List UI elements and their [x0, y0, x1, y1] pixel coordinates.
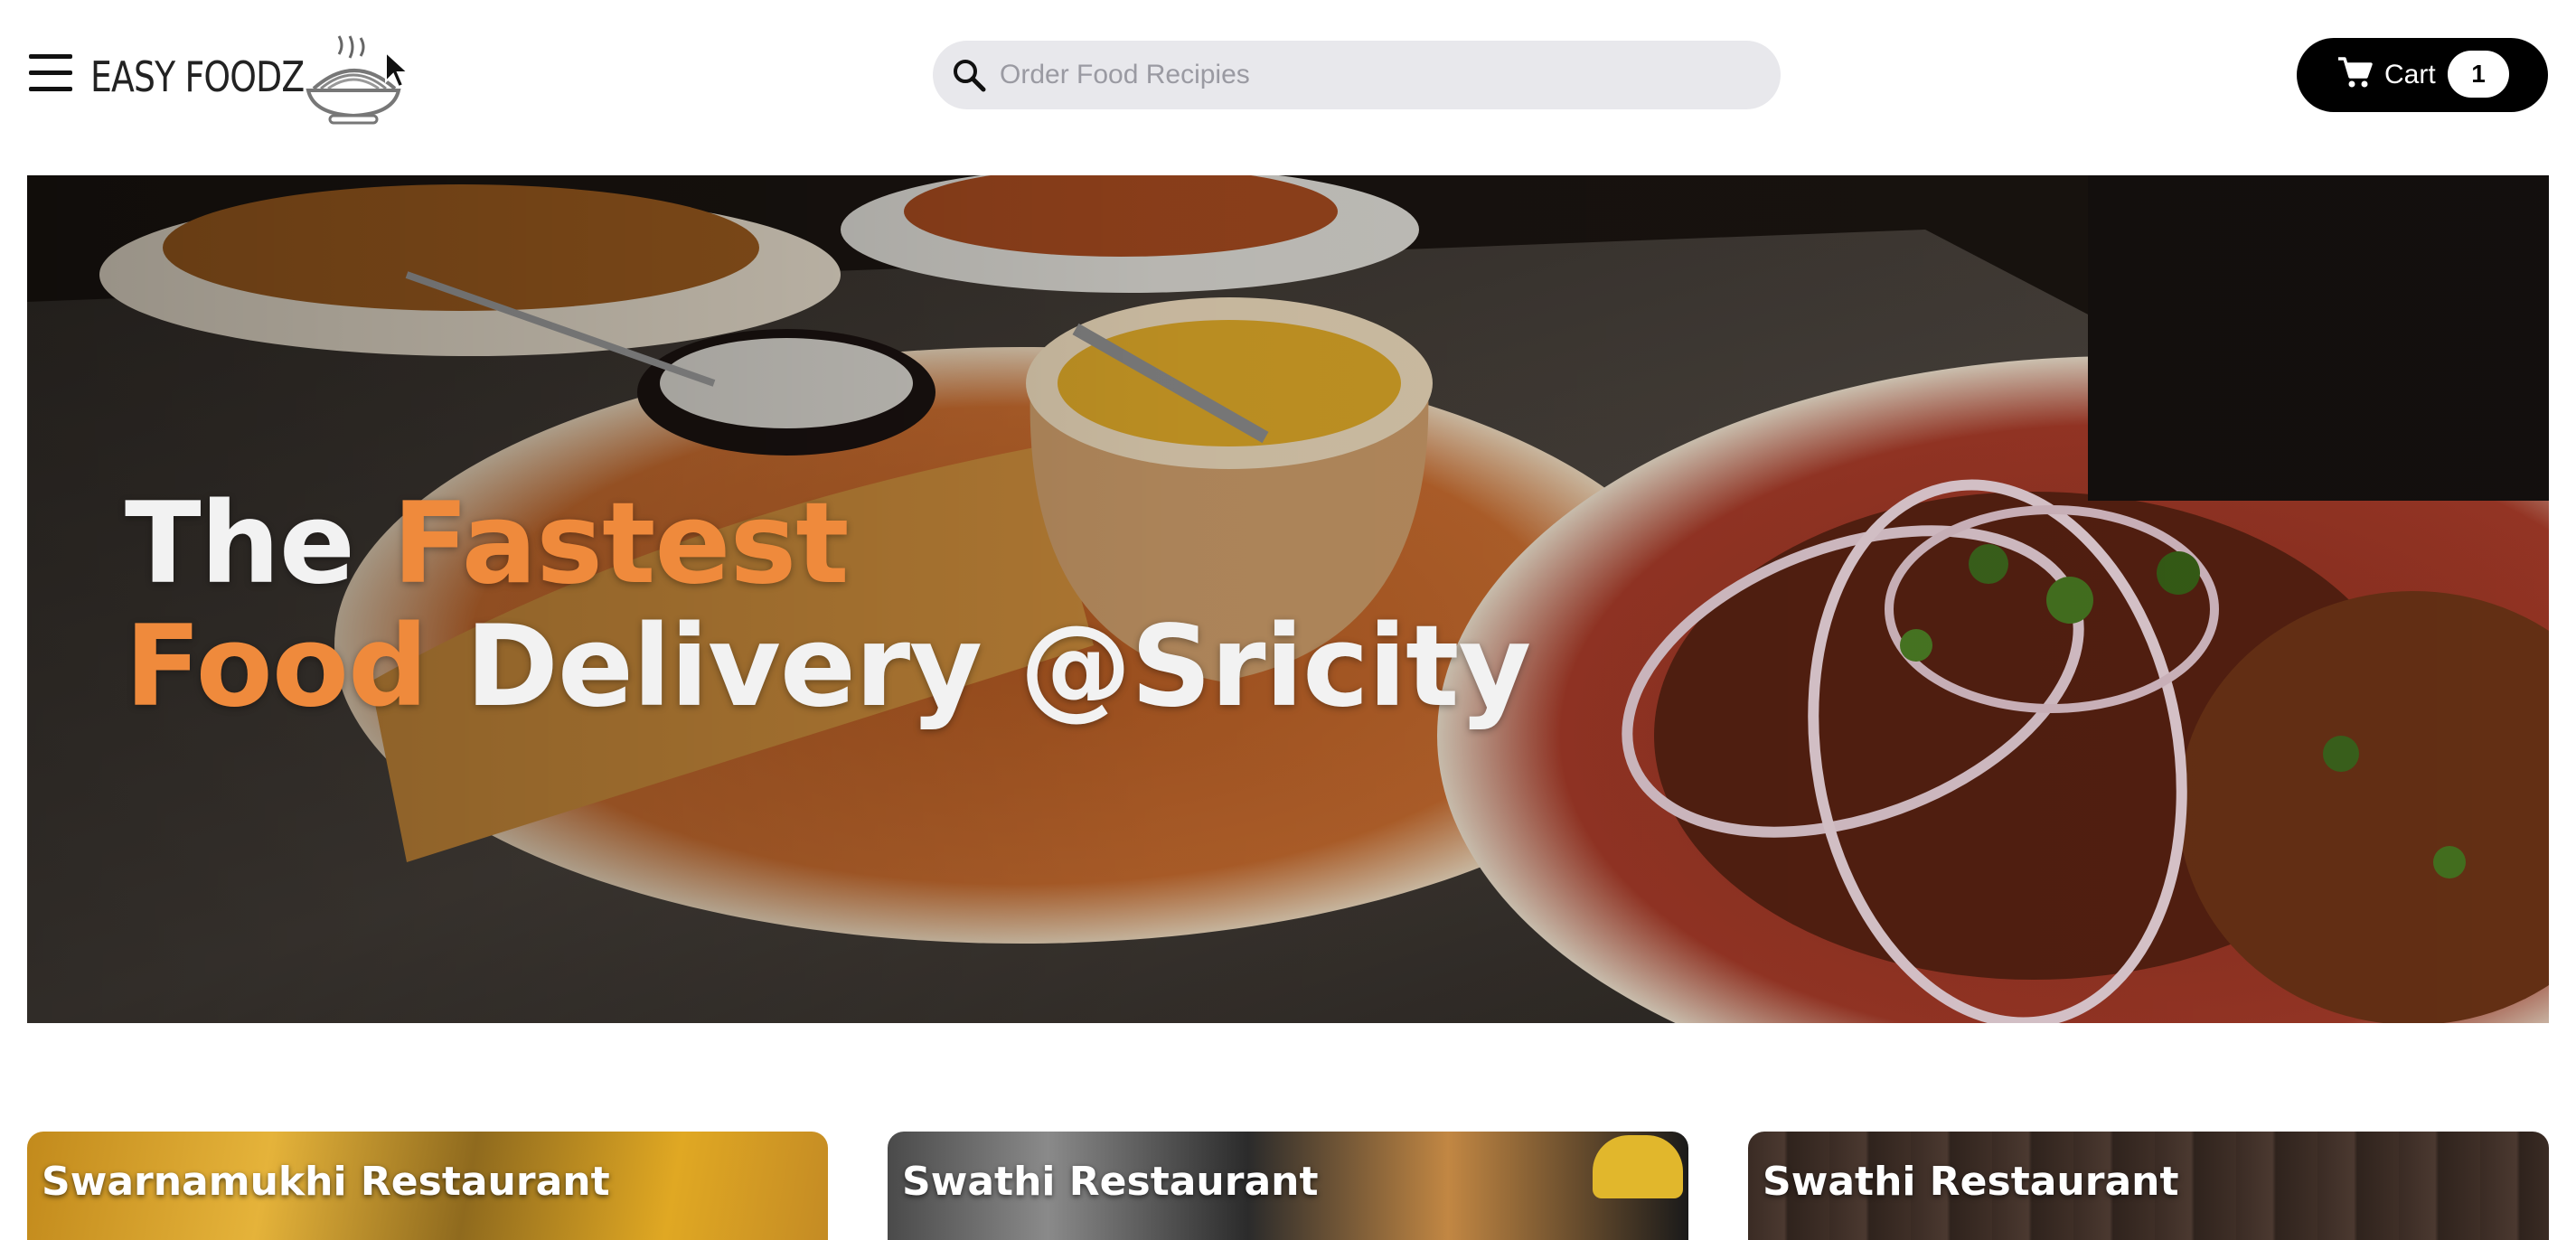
- hero-headline-line-1: The Fastest: [125, 483, 1530, 606]
- restaurant-name: Swathi Restaurant: [1763, 1159, 2179, 1205]
- search-input[interactable]: [1000, 41, 1759, 109]
- hero-headline-line-2: Food Delivery @Sricity: [125, 606, 1531, 728]
- hero-text-fastest: Fastest: [392, 479, 849, 609]
- hero-text-food: Food: [125, 602, 428, 732]
- hero-banner: The Fastest Food Delivery @Sricity: [27, 175, 2549, 1023]
- restaurant-name: Swathi Restaurant: [902, 1159, 1319, 1205]
- mouse-pointer-icon: [385, 51, 409, 89]
- top-navbar: EASY FOODZ Cart 1: [0, 0, 2576, 154]
- restaurant-card[interactable]: Swarnamukhi Restaurant: [27, 1132, 828, 1240]
- restaurant-card[interactable]: Swathi Restaurant: [888, 1132, 1688, 1240]
- hamburger-menu-icon[interactable]: [29, 54, 74, 91]
- cart-icon: [2338, 57, 2373, 88]
- restaurant-name: Swarnamukhi Restaurant: [42, 1159, 610, 1205]
- restaurant-card[interactable]: Swathi Restaurant: [1748, 1132, 2549, 1240]
- search-icon: [954, 60, 986, 92]
- hero-headline: The Fastest Food Delivery @Sricity: [125, 483, 1531, 728]
- brand-name: EASY FOODZ: [90, 52, 305, 101]
- cart-button[interactable]: Cart 1: [2297, 38, 2548, 112]
- cart-label: Cart: [2384, 60, 2436, 89]
- search-bar[interactable]: [933, 41, 1781, 109]
- restaurant-logo-badge: [1593, 1135, 1683, 1198]
- cart-count-badge: 1: [2448, 51, 2509, 98]
- hero-text-delivery: Delivery @Sricity: [427, 602, 1531, 732]
- hero-text-the: The: [125, 479, 393, 609]
- brand-logo-link[interactable]: EASY FOODZ: [90, 27, 416, 127]
